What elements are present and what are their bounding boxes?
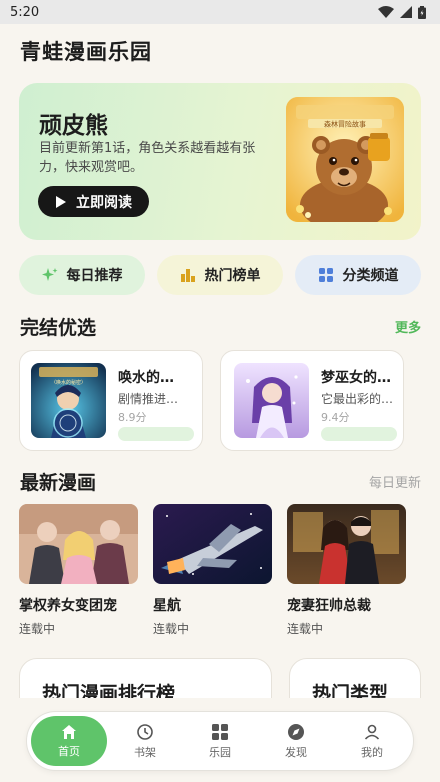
finished-card[interactable]: 梦巫女的… 它最出彩的… 9.4分: [220, 350, 404, 451]
latest-cover-image: [19, 504, 138, 584]
bottom-nav-area: 首页 书架 乐园 发现 我的: [0, 698, 440, 782]
read-now-label: 立即阅读: [76, 194, 132, 211]
read-now-button[interactable]: 立即阅读: [38, 186, 149, 217]
status-bar: 5:20: [0, 0, 440, 24]
bottom-nav: 首页 书架 乐园 发现 我的: [26, 711, 414, 771]
compass-icon: [288, 723, 304, 740]
hero-cover-image[interactable]: 森林冒险故事: [286, 97, 404, 222]
hero-title: 顽皮熊: [39, 113, 108, 139]
finished-section-title: 完结优选: [20, 317, 97, 339]
hero-description: 目前更新第1话，角色关系越看越有张力，快来观赏吧。: [39, 141, 256, 175]
status-icons: [378, 5, 426, 19]
latest-item-status: 连载中: [153, 622, 190, 636]
nav-discover-label: 发现: [285, 745, 307, 759]
latest-item-status: 连载中: [19, 622, 56, 636]
latest-item-name: 掌权养女变团宠: [19, 598, 117, 614]
latest-cover-image: [153, 504, 272, 584]
cover-subtitle: 森林冒险故事: [324, 120, 366, 129]
latest-section-header: 最新漫画 每日更新: [20, 468, 421, 495]
quick-chips: 每日推荐 热门榜单 分类频道: [19, 255, 421, 295]
nav-bookshelf[interactable]: 书架: [115, 712, 175, 770]
finished-card-score: 9.4分: [321, 411, 350, 424]
bar-chart-icon: [180, 269, 195, 282]
finished-card[interactable]: 〈唤水的秘密〉 唤水的… 剧情推进… 8.9分: [19, 350, 203, 451]
play-icon: [56, 195, 66, 208]
read-pill[interactable]: [118, 427, 194, 441]
chip-daily-recommend[interactable]: 每日推荐: [19, 255, 145, 295]
latest-item-status: 连载中: [287, 622, 324, 636]
nav-mine[interactable]: 我的: [342, 712, 402, 770]
latest-item[interactable]: 掌权养女变团宠 连载中: [19, 504, 138, 637]
history-icon: [137, 723, 153, 740]
finished-card-score: 8.9分: [118, 411, 147, 424]
grid-icon: [318, 268, 333, 282]
sparkle-icon: [41, 268, 57, 281]
nav-discover[interactable]: 发现: [266, 712, 326, 770]
nav-paradise-label: 乐园: [209, 745, 231, 759]
user-icon: [364, 724, 380, 740]
nav-paradise[interactable]: 乐园: [190, 712, 250, 770]
latest-item[interactable]: 星航 连载中: [153, 504, 272, 637]
nav-bookshelf-label: 书架: [134, 745, 156, 759]
chip-daily-label: 每日推荐: [66, 268, 123, 284]
hero-banner[interactable]: 顽皮熊 目前更新第1话，角色关系越看越有张力，快来观赏吧。 立即阅读 森林冒险故…: [19, 83, 421, 240]
home-icon: [62, 724, 76, 739]
nav-mine-label: 我的: [361, 745, 383, 759]
nav-home-label: 首页: [58, 744, 80, 758]
battery-icon: [418, 5, 426, 19]
app-title: 青蛙漫画乐园: [20, 40, 152, 64]
nav-home[interactable]: 首页: [31, 716, 107, 766]
latest-section-sub: 每日更新: [368, 476, 421, 491]
finished-card-desc: 它最出彩的…: [321, 392, 394, 406]
status-time: 5:20: [10, 4, 40, 20]
finished-card-desc: 剧情推进…: [118, 392, 179, 406]
chip-category[interactable]: 分类频道: [295, 255, 421, 295]
finished-more-link[interactable]: 更多: [395, 317, 421, 336]
finished-card-title: 梦巫女的…: [321, 370, 391, 386]
finished-card-title: 唤水的…: [118, 370, 174, 386]
wifi-icon: [378, 6, 394, 18]
chip-category-label: 分类频道: [342, 268, 399, 284]
bear-illustration: 森林冒险故事: [286, 97, 404, 222]
finished-cover-text: 〈唤水的秘密〉: [51, 379, 86, 386]
finished-cover-image: [234, 363, 309, 438]
latest-item-name: 星航: [153, 598, 181, 614]
latest-section-title: 最新漫画: [20, 472, 97, 494]
apps-icon: [212, 723, 228, 740]
finished-section-header: 完结优选 更多: [20, 313, 421, 340]
latest-cover-image: [287, 504, 406, 584]
latest-item-name: 宠妻狂帅总裁: [287, 598, 371, 614]
signal-icon: [400, 6, 412, 18]
chip-hot-ranking[interactable]: 热门榜单: [157, 255, 283, 295]
chip-ranking-label: 热门榜单: [204, 268, 261, 284]
finished-cover-image: 〈唤水的秘密〉: [31, 363, 106, 438]
read-pill[interactable]: [321, 427, 397, 441]
latest-item[interactable]: 宠妻狂帅总裁 连载中: [287, 504, 406, 637]
